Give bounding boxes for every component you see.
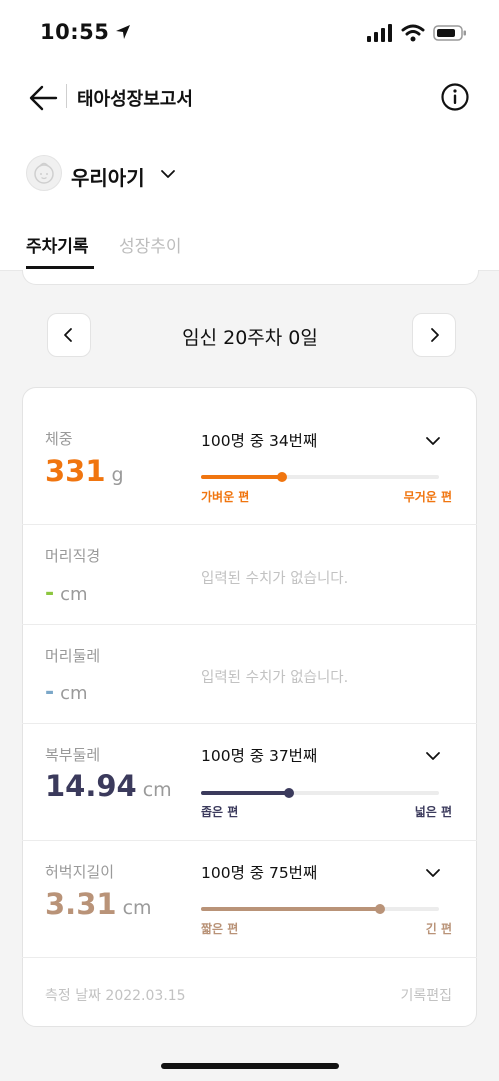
abdomen-circumference-unit: cm: [142, 779, 172, 801]
abdomen-circumference-percentile-knob: [284, 788, 295, 798]
femur-length-rank: 100명 중 75번째: [201, 864, 318, 882]
femur-length-high-label: 긴 편: [425, 922, 452, 936]
back-button[interactable]: [28, 82, 60, 114]
edit-record-button[interactable]: 기록편집: [400, 985, 452, 1005]
location-arrow-icon: [116, 25, 131, 39]
weight-percentile-knob: [276, 472, 287, 482]
previous-card-edge: [22, 270, 479, 285]
next-week-button[interactable]: [412, 313, 456, 357]
abdomen-circumference-number: 14.94: [45, 769, 137, 803]
head-circumference-unit: cm: [60, 683, 88, 704]
week-label: 임신 20주차 0일: [182, 327, 318, 349]
baby-avatar[interactable]: [26, 155, 62, 191]
signal-icon: [367, 24, 392, 42]
abdomen-circumference-label: 복부둘레: [45, 746, 101, 764]
row-divider: [22, 957, 477, 958]
battery-icon: [433, 25, 466, 41]
abdomen-circumference-low-label: 좁은 편: [201, 805, 239, 819]
row-divider: [22, 524, 477, 525]
info-circle-icon: [441, 83, 469, 111]
status-icons: [367, 22, 467, 44]
head-circumference-empty-message: 입력된 수치가 없습니다.: [201, 670, 349, 686]
row-divider: [22, 840, 477, 841]
femur-length-expand-button[interactable]: [424, 864, 442, 877]
info-button[interactable]: [440, 82, 470, 112]
page-title: 태아성장보고서: [77, 89, 193, 110]
femur-length-percentile-bar: [201, 904, 439, 914]
femur-length-unit: cm: [122, 897, 152, 919]
chevron-down-icon: [426, 752, 440, 760]
row-divider: [22, 723, 477, 724]
previous-week-button[interactable]: [47, 313, 91, 357]
femur-length-number: 3.31: [45, 887, 117, 921]
abdomen-circumference-percentile-fill: [201, 791, 290, 795]
head-diameter-label: 머리직경: [45, 547, 101, 565]
femur-length-percentile-fill: [201, 907, 380, 911]
weight-rank: 100명 중 34번째: [201, 432, 318, 450]
active-tab-indicator: [26, 266, 94, 269]
chevron-right-icon: [431, 328, 439, 342]
row-divider: [22, 624, 477, 625]
status-time: 10:55: [40, 20, 132, 44]
weight-value: 331 g: [45, 454, 124, 488]
weight-low-label: 가벼운 편: [201, 490, 250, 504]
femur-length-label: 허벅지길이: [45, 863, 115, 881]
abdomen-circumference-value: 14.94 cm: [45, 769, 172, 803]
status-time-text: 10:55: [40, 20, 110, 44]
chevron-down-icon: [426, 437, 440, 445]
femur-length-percentile-knob: [374, 904, 385, 914]
head-diameter-number: -: [45, 581, 55, 606]
head-circumference-number: -: [45, 680, 55, 705]
weight-high-label: 무거운 편: [403, 490, 452, 504]
header-divider: [66, 84, 67, 108]
measured-date: 측정 날짜 2022.03.15: [45, 988, 186, 1004]
weight-expand-button[interactable]: [424, 432, 442, 445]
chevron-down-icon: [426, 869, 440, 877]
baby-name[interactable]: 우리아기: [71, 162, 145, 191]
abdomen-circumference-high-label: 넓은 편: [414, 805, 452, 819]
femur-length-value: 3.31 cm: [45, 887, 152, 921]
head-circumference-label: 머리둘레: [45, 647, 101, 665]
weight-percentile-bar: [201, 472, 439, 482]
abdomen-circumference-percentile-bar: [201, 788, 439, 798]
arrow-left-icon: [29, 85, 58, 111]
home-indicator: [161, 1063, 339, 1069]
chevron-down-icon: [161, 170, 175, 178]
baby-face-icon: [34, 162, 54, 184]
tab-weekly-record[interactable]: 주차기록: [26, 232, 89, 257]
weight-label: 체중: [45, 430, 73, 448]
femur-length-low-label: 짧은 편: [201, 922, 239, 936]
abdomen-circumference-expand-button[interactable]: [424, 747, 442, 760]
head-diameter-value: - cm: [45, 581, 88, 606]
chevron-left-icon: [64, 328, 72, 342]
head-diameter-unit: cm: [60, 584, 88, 605]
head-diameter-empty-message: 입력된 수치가 없습니다.: [201, 571, 349, 587]
tab-growth-trend[interactable]: 성장추이: [119, 232, 182, 257]
baby-selector-dropdown[interactable]: [160, 166, 176, 180]
weight-number: 331: [45, 454, 106, 488]
weight-unit: g: [111, 464, 124, 486]
abdomen-circumference-rank: 100명 중 37번째: [201, 747, 318, 765]
wifi-icon: [401, 24, 425, 42]
head-circumference-value: - cm: [45, 680, 88, 705]
weight-percentile-fill: [201, 475, 282, 479]
